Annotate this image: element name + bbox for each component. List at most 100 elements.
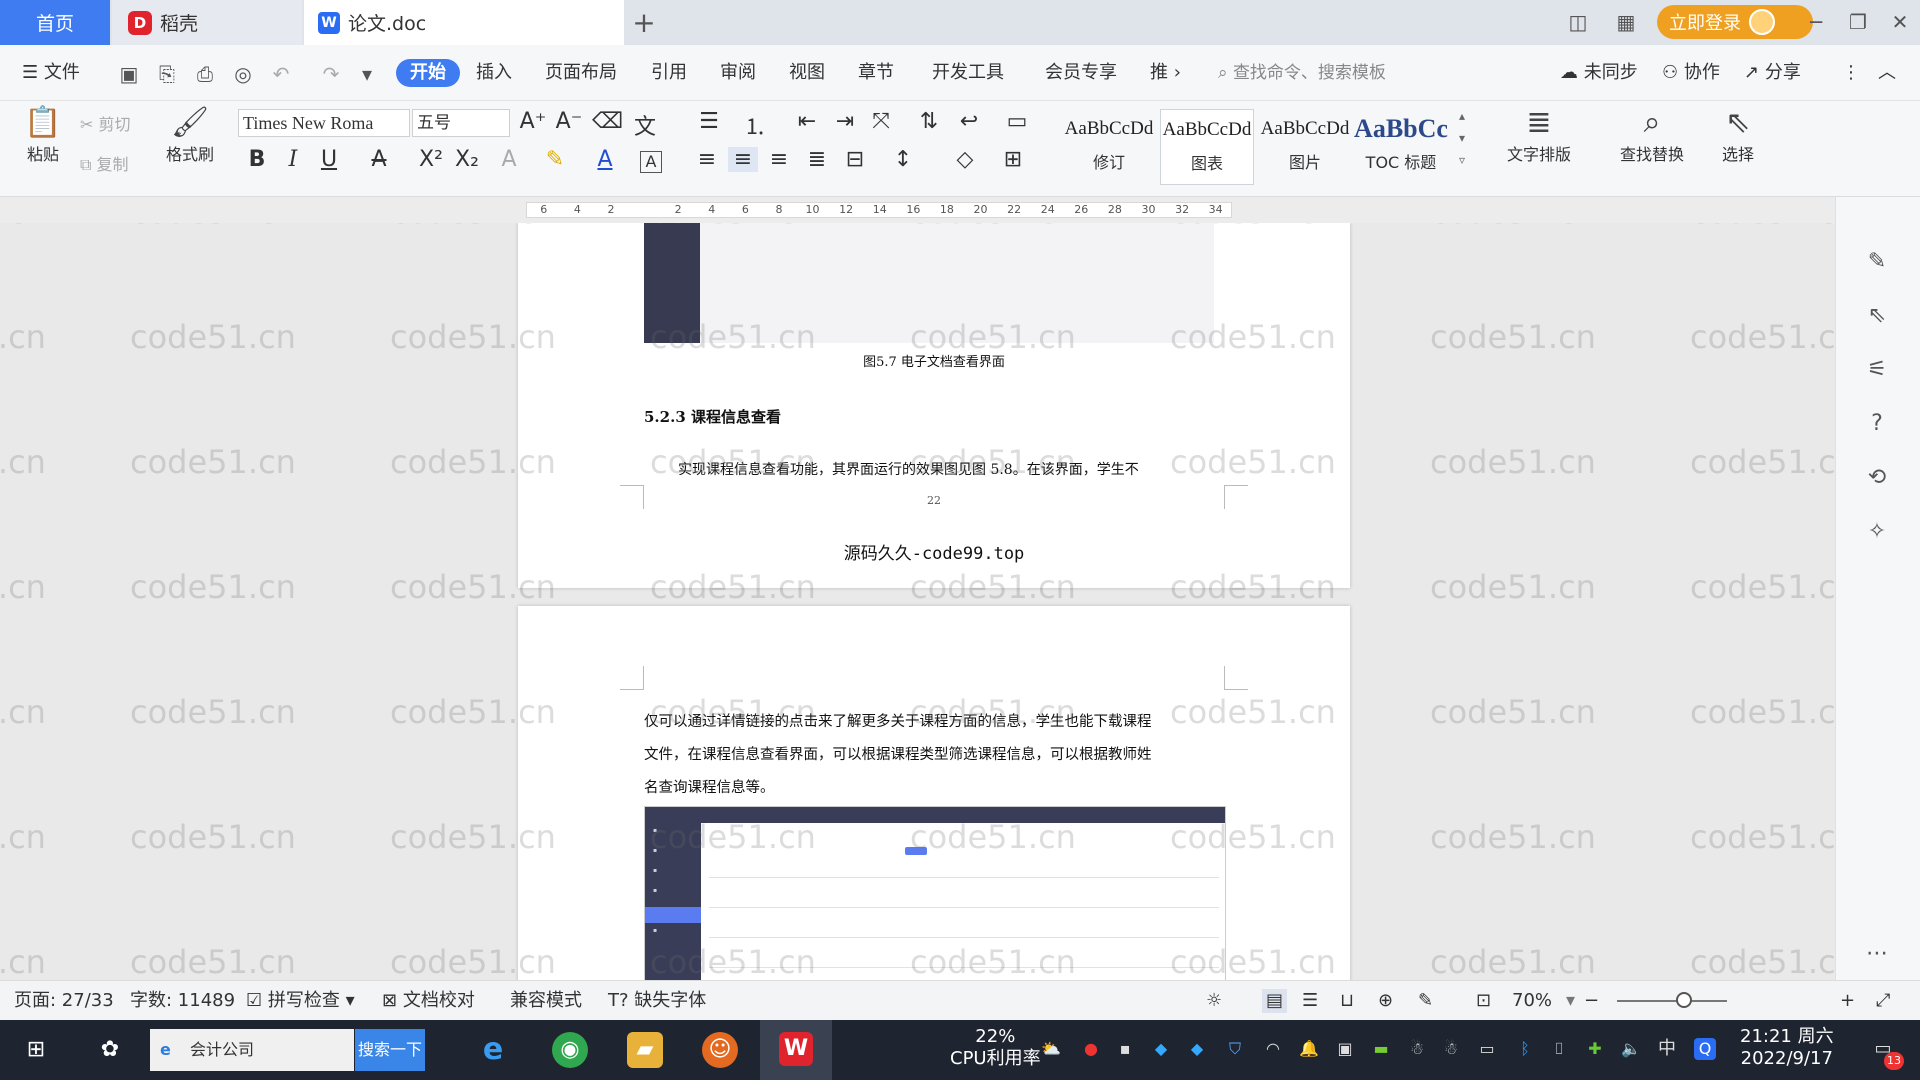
app-pinwheel-icon[interactable]: ✿ <box>92 1032 128 1068</box>
align-right-icon[interactable]: ≡ <box>764 147 794 172</box>
justify-icon[interactable]: ≣ <box>802 147 832 172</box>
wps-taskbar-item[interactable]: W <box>760 1020 832 1080</box>
zoom-in-icon[interactable]: + <box>1840 989 1855 1013</box>
minimize-icon[interactable]: ─ <box>1796 10 1836 34</box>
menu-member[interactable]: 会员专享 <box>1045 59 1117 87</box>
style-picture[interactable]: AaBbCcDd 图片 <box>1258 109 1352 185</box>
paste-button[interactable]: 📋 粘贴 <box>16 105 70 165</box>
outline-view-icon[interactable]: ☰ <box>1302 989 1318 1013</box>
file-explorer-icon[interactable]: ▰ <box>627 1032 663 1068</box>
volume-icon[interactable]: 🔈 <box>1620 1038 1642 1060</box>
menu-developer[interactable]: 开发工具 <box>932 59 1004 87</box>
align-left-icon[interactable]: ≡ <box>692 147 722 172</box>
read-view-icon[interactable]: ⊔ <box>1340 989 1354 1013</box>
taskbar-search-button[interactable]: 搜索一下 <box>355 1029 425 1071</box>
menu-recommend[interactable]: 推 › <box>1150 59 1181 87</box>
edit-pen-icon[interactable]: ✎ <box>1862 247 1892 277</box>
zoom-dropdown-icon[interactable]: ▾ <box>1566 989 1575 1013</box>
export-icon[interactable]: ⎘ <box>154 61 180 87</box>
qq-icon[interactable]: ☃ <box>1406 1038 1428 1060</box>
grow-font-icon[interactable]: A⁺ <box>518 109 548 134</box>
taskbar-clock[interactable]: 21:21 周六 2022/9/17 <box>1740 1026 1834 1070</box>
print-icon[interactable]: ⎙ <box>192 61 218 87</box>
eye-protect-icon[interactable]: ☼ <box>1206 989 1222 1013</box>
doc-proofread[interactable]: ⊠ 文档校对 <box>382 989 475 1013</box>
page-view-icon[interactable]: ▤ <box>1262 989 1288 1013</box>
word-count[interactable]: 字数: 11489 <box>130 989 235 1013</box>
decrease-indent-icon[interactable]: ⇤ <box>792 109 822 134</box>
font-color-icon[interactable]: A <box>590 147 620 172</box>
superscript-icon[interactable]: X² <box>416 147 446 172</box>
tab-home[interactable]: 首页 <box>0 0 110 45</box>
redo-icon[interactable]: ↷ <box>318 61 344 87</box>
quick-access-dropdown-icon[interactable]: ▾ <box>354 61 380 87</box>
cut-button[interactable]: ✂ 剪切 <box>80 111 131 135</box>
clear-format-icon[interactable]: ⌫ <box>592 109 623 134</box>
more-menu-icon[interactable]: ⋮ <box>1842 59 1860 87</box>
strikethrough-icon[interactable]: A <box>364 147 394 172</box>
copy-button[interactable]: ⧉ 复制 <box>80 151 129 175</box>
battery-icon[interactable]: ▭ <box>1476 1038 1498 1060</box>
layout-toggle-icon[interactable]: ◫ <box>1558 10 1598 34</box>
font-family-select[interactable]: Times New Roma <box>238 109 410 137</box>
style-toc-heading[interactable]: AaBbCc TOC 标题 <box>1354 109 1448 185</box>
qq-icon[interactable]: ☃ <box>1440 1038 1462 1060</box>
command-search[interactable]: ⌕ 查找命令、搜索模板 <box>1218 59 1386 87</box>
share-button[interactable]: ↗ 分享 <box>1744 59 1801 87</box>
tray-app-icon[interactable]: ● <box>1080 1038 1102 1060</box>
table-tools-icon[interactable]: ▭ <box>1002 109 1032 134</box>
tray-app-icon[interactable]: ▪ <box>1114 1038 1136 1060</box>
windows-start-icon[interactable]: ⊞ <box>18 1032 54 1068</box>
collab-button[interactable]: ⚇ 协作 <box>1662 59 1720 87</box>
missing-font[interactable]: T? 缺失字体 <box>608 989 706 1013</box>
bold-icon[interactable]: B <box>242 147 272 172</box>
distributed-icon[interactable]: ⊟ <box>840 147 870 172</box>
save-icon[interactable]: ▣ <box>116 61 142 87</box>
style-chart[interactable]: AaBbCcDd 图表 <box>1160 109 1254 185</box>
zoom-out-icon[interactable]: − <box>1584 989 1599 1013</box>
new-tab-icon[interactable]: + <box>626 6 662 39</box>
sort-icon[interactable]: ⇅ <box>914 109 944 134</box>
fullscreen-icon[interactable]: ⤢ <box>1876 989 1890 1013</box>
shading-icon[interactable]: ◇ <box>950 147 980 172</box>
text-layout-button[interactable]: ≣ 文字排版 <box>1494 105 1584 165</box>
ie-browser-icon[interactable]: e <box>475 1032 511 1068</box>
spell-check[interactable]: ☑ 拼写检查 ▾ <box>246 989 355 1013</box>
borders-icon[interactable]: ⊞ <box>998 147 1028 172</box>
write-view-icon[interactable]: ✎ <box>1418 989 1433 1013</box>
app-mascot-icon[interactable]: ☺ <box>702 1032 738 1068</box>
menu-page-layout[interactable]: 页面布局 <box>545 59 617 87</box>
compat-mode[interactable]: 兼容模式 <box>510 989 582 1013</box>
cursor-icon[interactable]: ⇖ <box>1862 301 1892 331</box>
char-border-icon[interactable]: A <box>640 151 662 173</box>
tray-app-icon[interactable]: ✚ <box>1584 1038 1606 1060</box>
restore-icon[interactable]: ❐ <box>1838 10 1878 34</box>
phonetic-icon[interactable]: 文 <box>630 109 660 141</box>
zoom-slider[interactable] <box>1617 1000 1727 1002</box>
fit-page-icon[interactable]: ⊡ <box>1476 989 1491 1013</box>
text-effect-icon[interactable]: A <box>494 147 524 172</box>
subscript-icon[interactable]: X₂ <box>452 147 482 172</box>
format-painter-button[interactable]: 🖌 格式刷 <box>160 105 220 165</box>
find-replace-button[interactable]: ⌕ 查找替换 <box>1604 105 1700 165</box>
page-22[interactable]: 图5.7 电子文档查看界面 5.2.3 课程信息查看 实现课程信息查看功能，其界… <box>518 223 1350 588</box>
page-indicator[interactable]: 页面: 27/33 <box>14 989 114 1013</box>
italic-icon[interactable]: I <box>278 147 308 172</box>
menu-chapter[interactable]: 章节 <box>858 59 894 87</box>
line-spacing-icon[interactable]: ↕ <box>888 147 918 172</box>
browser-green-icon[interactable]: ◉ <box>552 1032 588 1068</box>
shield-icon[interactable]: ⛉ <box>1224 1038 1246 1060</box>
document-area[interactable]: 图5.7 电子文档查看界面 5.2.3 课程信息查看 实现课程信息查看功能，其界… <box>0 223 1835 980</box>
horizontal-ruler[interactable]: 642246810121416182022242628303234363840 <box>0 197 1920 223</box>
taskbar-search-input[interactable]: e 会计公司 <box>150 1029 354 1071</box>
wifi-icon[interactable]: ◠ <box>1262 1038 1284 1060</box>
tray-app-icon[interactable]: ◆ <box>1150 1038 1172 1060</box>
menu-start[interactable]: 开始 <box>396 59 460 87</box>
share-link-icon[interactable]: ✧ <box>1862 517 1892 547</box>
weather-icon[interactable]: ⛅ <box>1040 1038 1062 1060</box>
page-23[interactable]: 仅可以通过详情链接的点击来了解更多关于课程方面的信息，学生也能下载课程 文件，在… <box>518 606 1350 980</box>
ime-indicator[interactable]: 中 <box>1656 1038 1678 1060</box>
show-marks-icon[interactable]: ↩ <box>954 109 984 134</box>
nvidia-icon[interactable]: ▬ <box>1370 1038 1392 1060</box>
menu-insert[interactable]: 插入 <box>476 59 512 87</box>
